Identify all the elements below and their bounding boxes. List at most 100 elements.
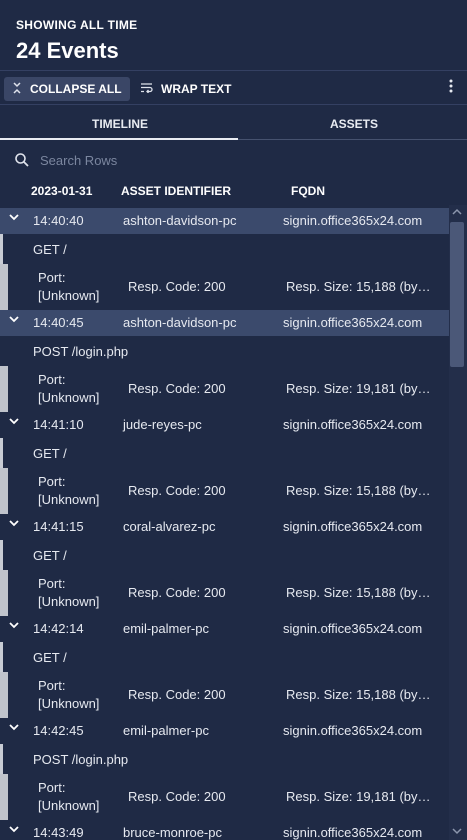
chevron-down-icon[interactable] [9, 620, 19, 632]
collapse-all-label: COLLAPSE ALL [30, 82, 122, 96]
response-code: Resp. Code: 200 [128, 789, 226, 804]
event-row[interactable]: 14:40:45 ashton-davidson-pc signin.offic… [0, 310, 449, 336]
port-label: Port: [38, 474, 66, 489]
response-size: Resp. Size: 15,188 (bytes) [286, 585, 431, 600]
event-time: 14:41:15 [33, 519, 84, 534]
chevron-down-icon[interactable] [9, 722, 19, 734]
port-value: [Unknown] [38, 288, 100, 303]
chevron-down-icon[interactable] [9, 314, 19, 326]
search-bar [14, 150, 240, 170]
event-asset: bruce-monroe-pc [123, 825, 222, 840]
event-detail-row: Port: [Unknown] Resp. Code: 200 Resp. Si… [0, 264, 449, 310]
response-size: Resp. Size: 15,188 (bytes) [286, 687, 431, 702]
chevron-down-icon[interactable] [9, 416, 19, 428]
active-tab-indicator [0, 138, 238, 140]
more-vertical-icon[interactable] [449, 79, 453, 96]
event-asset: coral-alvarez-pc [123, 519, 216, 534]
event-asset: jude-reyes-pc [123, 417, 202, 432]
event-detail-row: Port: [Unknown] Resp. Code: 200 Resp. Si… [0, 570, 449, 616]
event-time: 14:42:45 [33, 723, 84, 738]
wrap-text-icon [140, 82, 153, 96]
port-label: Port: [38, 372, 66, 387]
event-row[interactable]: 14:41:15 coral-alvarez-pc signin.office3… [0, 514, 449, 540]
chevron-down-icon[interactable] [9, 824, 19, 836]
response-code: Resp. Code: 200 [128, 483, 226, 498]
response-code: Resp. Code: 200 [128, 381, 226, 396]
search-input[interactable] [40, 152, 240, 168]
column-header-asset-identifier[interactable]: ASSET IDENTIFIER [121, 184, 231, 198]
event-method: GET / [33, 650, 67, 665]
event-method-row: POST /login.php [0, 744, 449, 774]
event-fqdn: signin.office365x24.com [283, 621, 423, 636]
event-time: 14:41:10 [33, 417, 84, 432]
event-row[interactable]: 14:42:14 emil-palmer-pc signin.office365… [0, 616, 449, 642]
collapse-icon [12, 81, 22, 97]
event-detail-row: Port: [Unknown] Resp. Code: 200 Resp. Si… [0, 672, 449, 718]
tab-bar: TIMELINE ASSETS [0, 105, 467, 140]
event-fqdn: signin.office365x24.com [283, 519, 423, 534]
event-asset: ashton-davidson-pc [123, 213, 237, 228]
port-label: Port: [38, 780, 66, 795]
event-detail-row: Port: [Unknown] Resp. Code: 200 Resp. Si… [0, 366, 449, 412]
column-header-date[interactable]: 2023-01-31 [31, 184, 92, 198]
event-method: GET / [33, 242, 67, 257]
event-method: POST /login.php [33, 752, 129, 767]
event-count-title: 24 Events [16, 38, 119, 63]
event-fqdn: signin.office365x24.com [283, 213, 423, 228]
chevron-down-icon[interactable] [9, 212, 19, 224]
search-icon [14, 152, 30, 168]
header: SHOWING ALL TIME 24 Events [0, 0, 467, 70]
scrollbar[interactable] [449, 205, 467, 840]
port-label: Port: [38, 678, 66, 693]
response-code: Resp. Code: 200 [128, 687, 226, 702]
response-size: Resp. Size: 19,181 (bytes) [286, 789, 431, 804]
event-method: GET / [33, 446, 67, 461]
event-row[interactable]: 14:40:40 ashton-davidson-pc signin.offic… [0, 208, 449, 234]
port-label: Port: [38, 576, 66, 591]
response-size: Resp. Size: 15,188 (bytes) [286, 279, 431, 294]
event-row[interactable]: 14:42:45 emil-palmer-pc signin.office365… [0, 718, 449, 744]
tab-timeline[interactable]: TIMELINE [92, 117, 148, 131]
chevron-down-icon[interactable] [9, 518, 19, 530]
event-time: 14:40:40 [33, 213, 84, 228]
event-method: GET / [33, 548, 67, 563]
collapse-all-button[interactable]: COLLAPSE ALL [4, 77, 130, 101]
event-method: POST /login.php [33, 344, 129, 359]
wrap-text-label: WRAP TEXT [161, 82, 232, 96]
event-method-row: POST /login.php [0, 336, 449, 366]
event-fqdn: signin.office365x24.com [283, 723, 423, 738]
port-value: [Unknown] [38, 696, 100, 711]
port-value: [Unknown] [38, 798, 100, 813]
event-detail-row: Port: [Unknown] Resp. Code: 200 Resp. Si… [0, 468, 449, 514]
port-value: [Unknown] [38, 390, 100, 405]
scroll-thumb[interactable] [450, 222, 464, 367]
port-value: [Unknown] [38, 492, 100, 507]
response-size: Resp. Size: 19,181 (bytes) [286, 381, 431, 396]
event-asset: emil-palmer-pc [123, 723, 209, 738]
column-header-fqdn[interactable]: FQDN [291, 184, 325, 198]
tab-assets[interactable]: ASSETS [330, 117, 378, 131]
event-row[interactable]: 14:43:49 bruce-monroe-pc signin.office36… [0, 820, 449, 840]
scroll-down-icon[interactable] [452, 827, 462, 838]
event-fqdn: signin.office365x24.com [283, 825, 423, 840]
scroll-up-icon[interactable] [452, 207, 462, 218]
event-detail-row: Port: [Unknown] Resp. Code: 200 Resp. Si… [0, 774, 449, 820]
event-asset: ashton-davidson-pc [123, 315, 237, 330]
event-row[interactable]: 14:41:10 jude-reyes-pc signin.office365x… [0, 412, 449, 438]
toolbar: COLLAPSE ALL WRAP TEXT [0, 70, 467, 105]
response-code: Resp. Code: 200 [128, 585, 226, 600]
event-method-row: GET / [0, 234, 449, 264]
event-fqdn: signin.office365x24.com [283, 417, 423, 432]
time-range-label: SHOWING ALL TIME [16, 18, 138, 32]
wrap-text-button[interactable]: WRAP TEXT [132, 77, 239, 101]
port-value: [Unknown] [38, 594, 100, 609]
event-method-row: GET / [0, 438, 449, 468]
event-time: 14:42:14 [33, 621, 84, 636]
response-size: Resp. Size: 15,188 (bytes) [286, 483, 431, 498]
event-time: 14:40:45 [33, 315, 84, 330]
response-code: Resp. Code: 200 [128, 279, 226, 294]
event-list: 14:40:40 ashton-davidson-pc signin.offic… [0, 208, 449, 840]
port-label: Port: [38, 270, 66, 285]
event-method-row: GET / [0, 642, 449, 672]
event-time: 14:43:49 [33, 825, 84, 840]
